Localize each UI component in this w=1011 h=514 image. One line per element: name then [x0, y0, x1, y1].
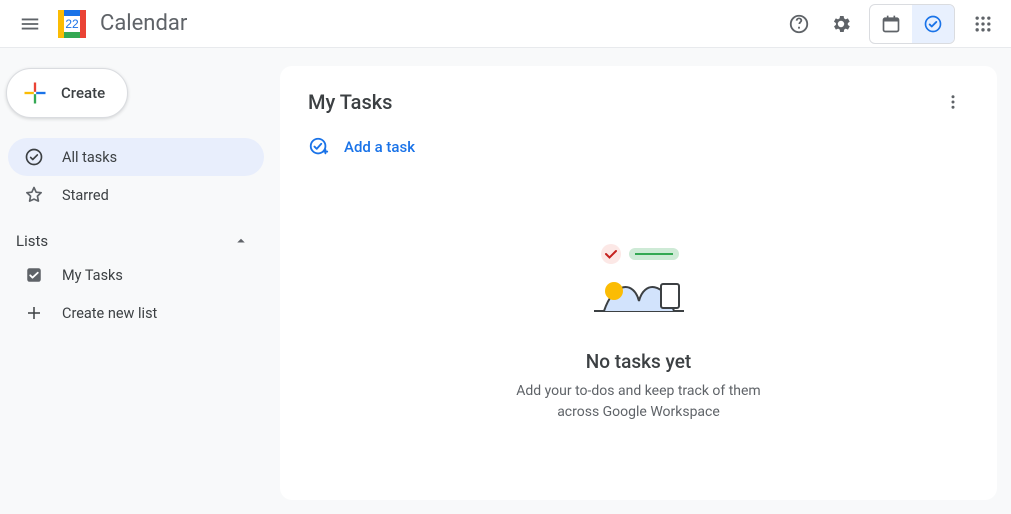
empty-state: No tasks yet Add your to-dos and keep tr…: [280, 236, 997, 423]
lists-section-toggle[interactable]: Lists: [0, 214, 280, 256]
header-right-controls: [779, 4, 1003, 44]
help-icon: [788, 13, 810, 35]
sidebar-item-label: All tasks: [62, 149, 117, 166]
sidebar-item-label: Starred: [62, 187, 109, 204]
hamburger-icon: [19, 13, 41, 35]
google-apps-button[interactable]: [963, 4, 1003, 44]
calendar-view-button[interactable]: [870, 5, 912, 43]
gear-icon: [830, 13, 852, 35]
add-task-icon: [308, 136, 330, 158]
empty-illustration: [579, 236, 699, 330]
plus-icon: [24, 304, 44, 322]
tasks-icon: [923, 14, 943, 34]
body: Create All tasks Starred Lists My Tasks: [0, 48, 1011, 514]
tasks-card: My Tasks Add a task: [280, 66, 997, 500]
card-header: My Tasks: [308, 86, 969, 118]
chevron-up-icon: [232, 232, 250, 250]
sidebar-item-starred[interactable]: Starred: [8, 176, 264, 214]
sidebar-item-label: My Tasks: [62, 267, 123, 284]
calendar-logo-icon: 22: [54, 6, 90, 42]
checkbox-filled-icon: [24, 266, 44, 284]
star-icon: [24, 185, 44, 205]
app-title: Calendar: [100, 11, 187, 36]
sidebar-item-all-tasks[interactable]: All tasks: [8, 138, 264, 176]
add-task-button[interactable]: Add a task: [308, 136, 415, 158]
list-options-button[interactable]: [937, 86, 969, 118]
sidebar: Create All tasks Starred Lists My Tasks: [0, 48, 280, 514]
tasks-view-button[interactable]: [912, 5, 954, 43]
sidebar-list-my-tasks[interactable]: My Tasks: [8, 256, 264, 294]
card-title: My Tasks: [308, 90, 392, 114]
app-header: 22 Calendar: [0, 0, 1011, 48]
sidebar-create-new-list[interactable]: Create new list: [8, 294, 264, 332]
app-logo[interactable]: 22 Calendar: [54, 6, 187, 42]
apps-grid-icon: [973, 14, 993, 34]
empty-subtitle: Add your to-dos and keep track of them a…: [509, 381, 769, 423]
main-menu-button[interactable]: [10, 4, 50, 44]
check-circle-icon: [24, 147, 44, 167]
plus-multicolor-icon: [21, 79, 49, 107]
create-label: Create: [61, 84, 105, 102]
calendar-icon: [881, 14, 901, 34]
svg-text:22: 22: [65, 17, 79, 31]
main-panel: My Tasks Add a task: [280, 48, 1011, 514]
view-switcher: [869, 4, 955, 44]
add-task-label: Add a task: [344, 138, 415, 156]
sidebar-item-label: Create new list: [62, 305, 157, 322]
more-vert-icon: [944, 93, 962, 111]
help-button[interactable]: [779, 4, 819, 44]
settings-button[interactable]: [821, 4, 861, 44]
create-button[interactable]: Create: [6, 68, 128, 118]
empty-title: No tasks yet: [280, 350, 997, 373]
lists-heading: Lists: [16, 232, 48, 250]
